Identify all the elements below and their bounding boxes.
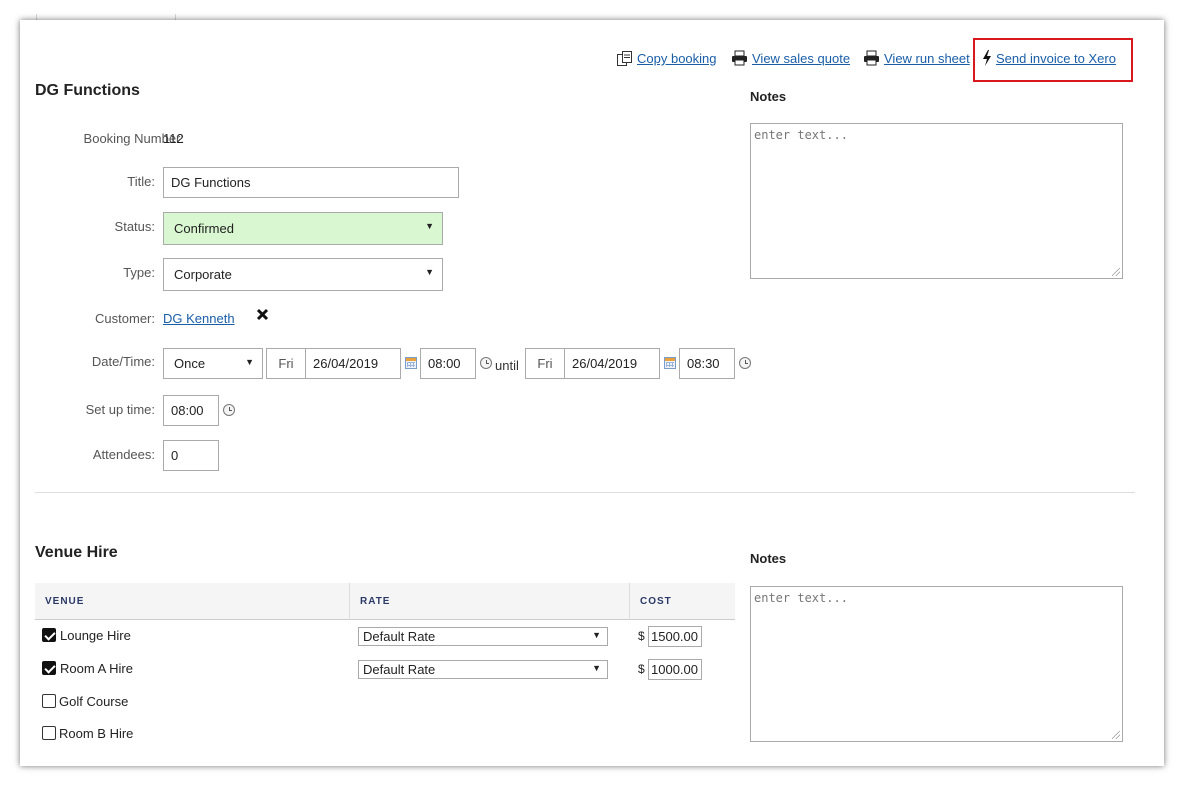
attendees-label: Attendees:: [92, 447, 155, 462]
status-label: Status:: [114, 219, 155, 234]
highlight-box: [973, 38, 1133, 82]
column-header-venue: VENUE: [45, 596, 85, 607]
end-date-input[interactable]: 26/04/2019: [564, 348, 660, 379]
venue-checkbox[interactable]: [42, 661, 56, 675]
status-select[interactable]: Confirmed ▼: [163, 212, 443, 245]
rate-select[interactable]: Default Rate ▼: [358, 660, 608, 679]
start-date-input[interactable]: 26/04/2019: [305, 348, 401, 379]
title-input[interactable]: DG Functions: [163, 167, 459, 198]
recurrence-select[interactable]: Once ▼: [163, 348, 263, 379]
currency-symbol: $: [638, 629, 645, 643]
copy-booking-link[interactable]: Copy booking: [637, 51, 717, 66]
printer-icon: [731, 50, 748, 66]
currency-symbol: $: [638, 662, 645, 676]
dropdown-arrow-icon: ▼: [245, 357, 254, 367]
setup-time-input[interactable]: 08:00: [163, 395, 219, 426]
venue-checkbox[interactable]: [42, 726, 56, 740]
attendees-value: 0: [171, 448, 179, 463]
attendees-input[interactable]: 0: [163, 440, 219, 471]
view-run-sheet-link[interactable]: View run sheet: [884, 51, 970, 66]
booking-number-value: 112: [163, 131, 184, 146]
clock-icon[interactable]: [480, 357, 492, 369]
until-label: until: [495, 358, 519, 373]
start-date-value: 26/04/2019: [313, 356, 379, 371]
booking-heading: DG Functions: [35, 82, 140, 99]
column-header-cost: COST: [640, 596, 672, 607]
recurrence-value: Once: [174, 356, 206, 371]
type-value: Corporate: [174, 267, 232, 282]
title-label: Title:: [127, 174, 155, 189]
printer-icon: [863, 50, 880, 66]
view-sales-quote-link[interactable]: View sales quote: [752, 51, 850, 66]
dropdown-arrow-icon: ▼: [592, 630, 601, 640]
rate-value: Default Rate: [363, 629, 436, 644]
datetime-label: Date/Time:: [91, 354, 155, 369]
calendar-icon[interactable]: [405, 357, 417, 369]
rate-value: Default Rate: [363, 662, 436, 677]
title-value: DG Functions: [171, 175, 251, 190]
cost-input[interactable]: 1000.00: [648, 659, 702, 680]
dropdown-arrow-icon: ▼: [425, 267, 434, 277]
remove-customer-icon[interactable]: [256, 308, 269, 324]
dropdown-arrow-icon: ▼: [592, 663, 601, 673]
venue-table-header: VENUE RATE COST: [35, 583, 735, 620]
venue-name: Room B Hire: [59, 726, 134, 741]
type-select[interactable]: Corporate ▼: [163, 258, 443, 291]
notes-placeholder: enter text...: [754, 128, 848, 142]
venue-name: Room A Hire: [60, 661, 133, 676]
venue-name: Lounge Hire: [60, 628, 131, 643]
setup-time-value: 08:00: [171, 403, 204, 418]
setup-time-label: Set up time:: [85, 402, 155, 417]
venue-notes-label: Notes: [750, 551, 787, 566]
end-time-input[interactable]: 08:30: [679, 348, 735, 379]
rate-select[interactable]: Default Rate ▼: [358, 627, 608, 646]
venue-checkbox[interactable]: [42, 628, 56, 642]
resize-handle[interactable]: [1112, 268, 1120, 276]
cost-value: 1000.00: [651, 662, 698, 677]
venue-name: Golf Course: [59, 694, 129, 709]
clock-icon[interactable]: [223, 404, 235, 416]
resize-handle[interactable]: [1112, 731, 1120, 739]
start-day-text: Fri: [278, 356, 294, 371]
dropdown-arrow-icon: ▼: [425, 221, 434, 231]
copy-booking-action[interactable]: Copy booking: [616, 50, 717, 67]
customer-link[interactable]: DG Kenneth: [163, 311, 235, 326]
section-divider: [35, 492, 1135, 493]
start-day: Fri: [266, 348, 306, 379]
end-date-value: 26/04/2019: [572, 356, 638, 371]
customer-label: Customer:: [95, 311, 155, 326]
venue-notes-placeholder: enter text...: [754, 591, 848, 605]
venue-notes-textarea[interactable]: enter text...: [750, 586, 1123, 742]
venue-hire-heading: Venue Hire: [35, 544, 118, 561]
booking-number-label: Booking Number:: [83, 131, 184, 146]
notes-textarea[interactable]: enter text...: [750, 123, 1123, 279]
start-time-value: 08:00: [428, 356, 461, 371]
type-label: Type:: [123, 265, 155, 280]
venue-checkbox[interactable]: [42, 694, 56, 708]
calendar-icon[interactable]: [664, 357, 676, 369]
copy-icon: [616, 50, 633, 67]
notes-label: Notes: [750, 89, 787, 104]
cost-input[interactable]: 1500.00: [648, 626, 702, 647]
cost-value: 1500.00: [651, 629, 698, 644]
view-run-sheet-action[interactable]: View run sheet: [863, 50, 970, 66]
view-sales-quote-action[interactable]: View sales quote: [731, 50, 850, 66]
status-value: Confirmed: [174, 221, 234, 236]
end-day: Fri: [525, 348, 565, 379]
clock-icon[interactable]: [739, 357, 751, 369]
column-header-rate: RATE: [360, 596, 391, 607]
end-day-text: Fri: [537, 356, 553, 371]
start-time-input[interactable]: 08:00: [420, 348, 476, 379]
end-time-value: 08:30: [687, 356, 720, 371]
